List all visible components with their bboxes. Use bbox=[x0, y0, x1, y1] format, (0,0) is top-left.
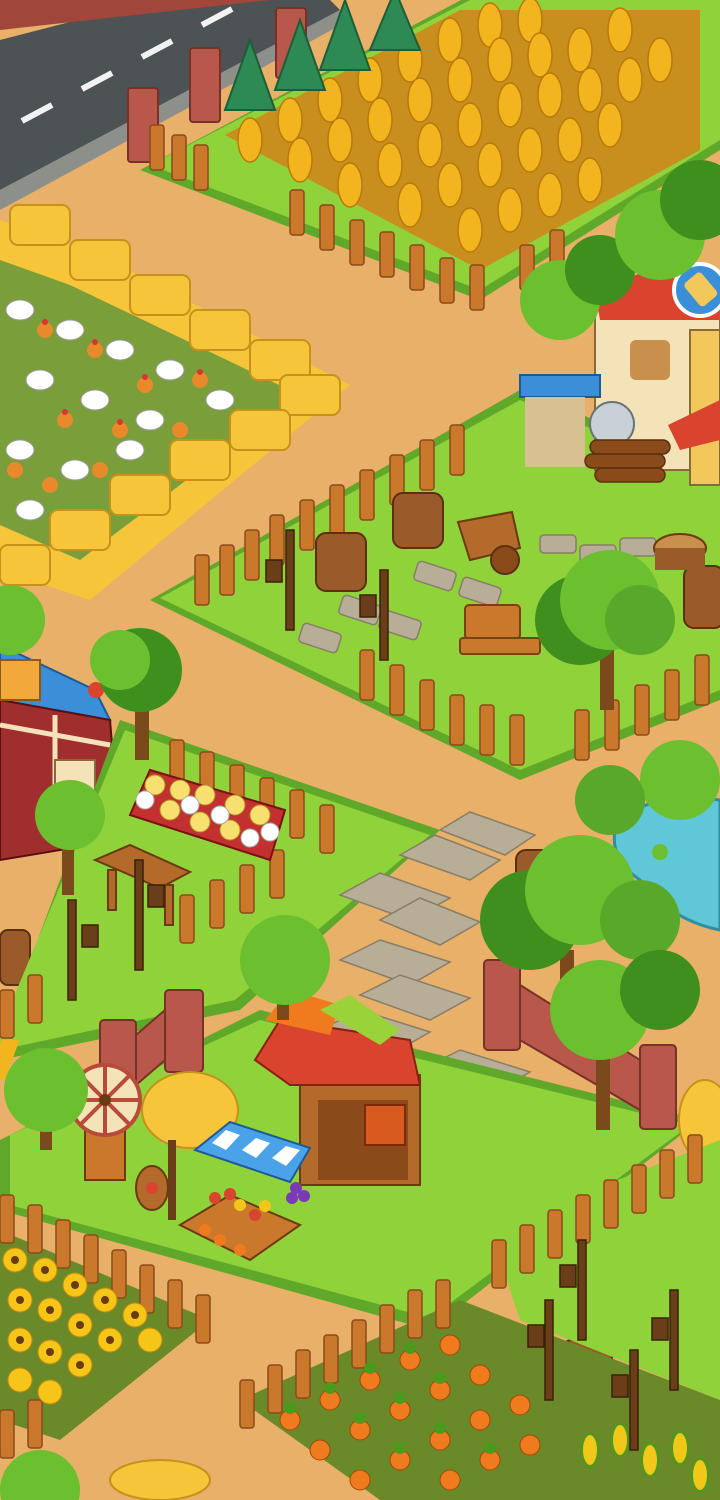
tree-stump bbox=[653, 533, 707, 570]
farm-scene bbox=[0, 0, 720, 1500]
